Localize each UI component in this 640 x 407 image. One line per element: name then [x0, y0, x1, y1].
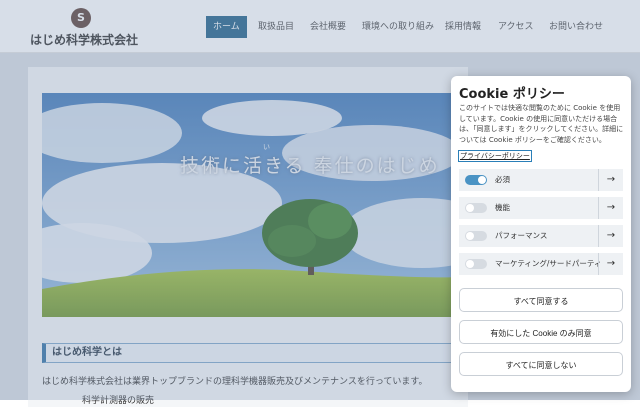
cookie-category-performance: パフォーマンス →	[459, 225, 623, 247]
cookie-description: このサイトでは快適な閲覧のために Cookie を使用しています。Cookie …	[459, 104, 624, 144]
cookie-category-required: 必須 →	[459, 169, 623, 191]
cookie-category-label: 必須	[495, 175, 510, 184]
marketing-toggle[interactable]	[465, 259, 487, 269]
accept-all-button[interactable]: すべて同意する	[459, 288, 623, 312]
required-toggle[interactable]	[465, 175, 487, 185]
cookie-category-functional: 機能 →	[459, 197, 623, 219]
cookie-category-marketing: マーケティング/サードパーティ →	[459, 253, 623, 275]
performance-toggle[interactable]	[465, 231, 487, 241]
arrow-right-icon[interactable]: →	[598, 225, 623, 247]
functional-toggle[interactable]	[465, 203, 487, 213]
cookie-category-label: 機能	[495, 203, 510, 212]
arrow-right-icon[interactable]: →	[598, 169, 623, 191]
cookie-consent-dialog: Cookie ポリシー このサイトでは快適な閲覧のために Cookie を使用し…	[451, 76, 631, 392]
cookie-category-label: パフォーマンス	[495, 231, 548, 240]
cookie-dialog-title: Cookie ポリシー	[459, 87, 565, 102]
reject-all-button[interactable]: すべてに同意しない	[459, 352, 623, 376]
cookie-category-label: マーケティング/サードパーティ	[495, 259, 602, 268]
accept-selected-button[interactable]: 有効にした Cookie のみ同意	[459, 320, 623, 344]
arrow-right-icon[interactable]: →	[598, 253, 623, 275]
arrow-right-icon[interactable]: →	[598, 197, 623, 219]
privacy-policy-link[interactable]: プライバシーポリシー	[458, 150, 532, 162]
